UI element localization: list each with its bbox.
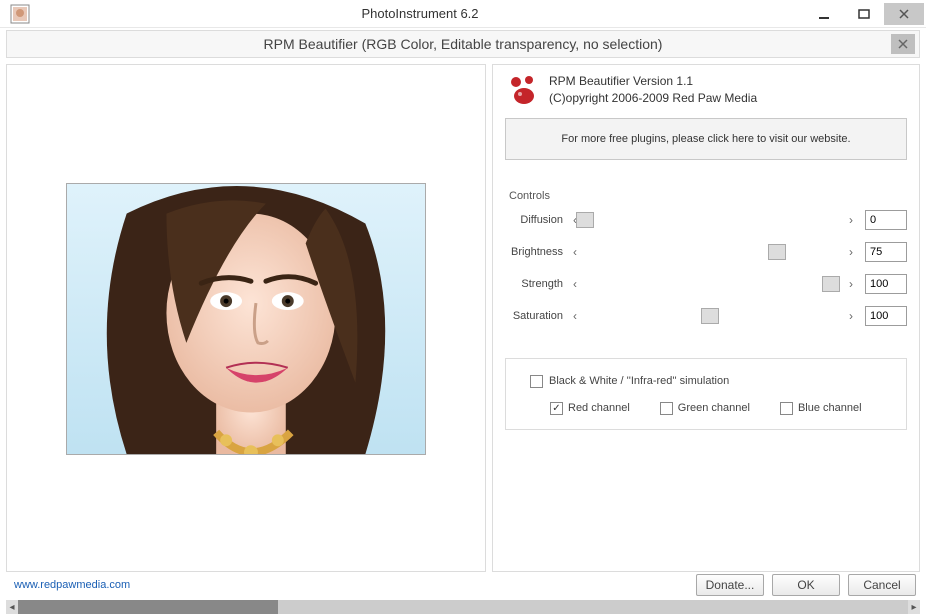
brightness-slider[interactable]: ‹› xyxy=(569,242,857,262)
slider-thumb[interactable] xyxy=(576,212,594,228)
plugin-name-version: RPM Beautifier Version 1.1 xyxy=(549,73,757,90)
green-channel-checkbox[interactable] xyxy=(660,402,673,415)
app-icon xyxy=(10,4,30,24)
brightness-value-input[interactable] xyxy=(865,242,907,262)
blue-channel-checkbox[interactable] xyxy=(780,402,793,415)
window-minimize-button[interactable] xyxy=(804,3,844,25)
window-close-button[interactable] xyxy=(884,3,924,25)
bw-simulation-group: Black & White / ''Infra-red'' simulation… xyxy=(505,358,907,430)
strength-slider[interactable]: ‹› xyxy=(569,274,857,294)
slider-track[interactable] xyxy=(585,308,841,324)
dialog-footer: www.redpawmedia.com Donate... OK Cancel xyxy=(0,574,926,600)
channel-label: Green channel xyxy=(678,402,750,414)
control-row-brightness: Brightness‹› xyxy=(505,242,907,262)
website-info-link[interactable]: For more free plugins, please click here… xyxy=(505,118,907,160)
slider-right-arrow[interactable]: › xyxy=(845,277,857,291)
cancel-button[interactable]: Cancel xyxy=(848,574,916,596)
dialog-close-button[interactable] xyxy=(891,34,915,54)
ok-button[interactable]: OK xyxy=(772,574,840,596)
control-label: Saturation xyxy=(505,310,569,322)
red-channel-option: Red channel xyxy=(550,402,630,415)
bw-checkbox[interactable] xyxy=(530,375,543,388)
slider-left-arrow[interactable]: ‹ xyxy=(569,309,581,323)
plugin-logo-icon xyxy=(505,73,539,107)
settings-panel: RPM Beautifier Version 1.1 (C)opyright 2… xyxy=(492,64,920,572)
window-titlebar: PhotoInstrument 6.2 xyxy=(0,0,926,28)
diffusion-slider[interactable]: ‹› xyxy=(569,210,857,230)
slider-left-arrow[interactable]: ‹ xyxy=(569,277,581,291)
slider-track[interactable] xyxy=(585,244,841,260)
control-row-diffusion: Diffusion‹› xyxy=(505,210,907,230)
preview-image xyxy=(66,183,426,455)
window-title: PhotoInstrument 6.2 xyxy=(36,6,804,21)
diffusion-value-input[interactable] xyxy=(865,210,907,230)
dialog-header: RPM Beautifier (RGB Color, Editable tran… xyxy=(6,30,920,58)
channel-label: Red channel xyxy=(568,402,630,414)
saturation-slider[interactable]: ‹› xyxy=(569,306,857,326)
controls-legend: Controls xyxy=(505,190,907,202)
slider-thumb[interactable] xyxy=(768,244,786,260)
slider-right-arrow[interactable]: › xyxy=(845,245,857,259)
control-label: Brightness xyxy=(505,246,569,258)
plugin-header-text: RPM Beautifier Version 1.1 (C)opyright 2… xyxy=(549,73,757,108)
website-link[interactable]: www.redpawmedia.com xyxy=(14,579,130,591)
channel-label: Blue channel xyxy=(798,402,862,414)
plugin-copyright: (C)opyright 2006-2009 Red Paw Media xyxy=(549,90,757,107)
slider-left-arrow[interactable]: ‹ xyxy=(569,245,581,259)
slider-track[interactable] xyxy=(585,212,841,228)
control-label: Strength xyxy=(505,278,569,290)
red-channel-checkbox[interactable] xyxy=(550,402,563,415)
control-label: Diffusion xyxy=(505,214,569,226)
slider-right-arrow[interactable]: › xyxy=(845,309,857,323)
control-row-saturation: Saturation‹› xyxy=(505,306,907,326)
green-channel-option: Green channel xyxy=(660,402,750,415)
donate-button[interactable]: Donate... xyxy=(696,574,764,596)
slider-right-arrow[interactable]: › xyxy=(845,213,857,227)
bw-label: Black & White / ''Infra-red'' simulation xyxy=(549,375,729,387)
dialog-title: RPM Beautifier (RGB Color, Editable tran… xyxy=(264,36,663,52)
controls-group: Controls Diffusion‹›Brightness‹›Strength… xyxy=(505,190,907,338)
window-maximize-button[interactable] xyxy=(844,3,884,25)
slider-thumb[interactable] xyxy=(701,308,719,324)
strength-value-input[interactable] xyxy=(865,274,907,294)
slider-thumb[interactable] xyxy=(822,276,840,292)
saturation-value-input[interactable] xyxy=(865,306,907,326)
blue-channel-option: Blue channel xyxy=(780,402,862,415)
preview-panel xyxy=(6,64,486,572)
control-row-strength: Strength‹› xyxy=(505,274,907,294)
slider-track[interactable] xyxy=(585,276,841,292)
